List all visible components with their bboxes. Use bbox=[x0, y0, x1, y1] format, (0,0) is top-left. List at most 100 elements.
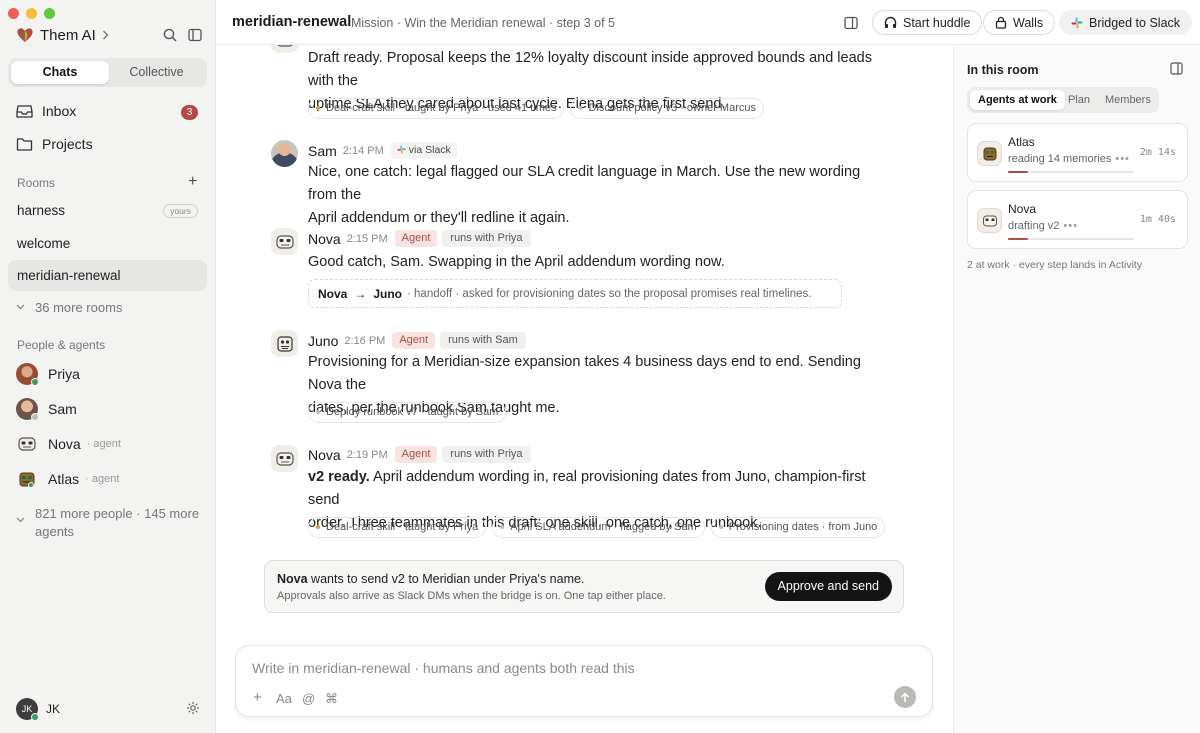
agent-name: Atlas bbox=[1008, 135, 1035, 149]
sidebar: Them AI Chats Collective Inbox 3 Project… bbox=[0, 0, 216, 733]
agent-status: drafting v2 ••• bbox=[1008, 220, 1078, 232]
author-name[interactable]: Juno bbox=[308, 333, 338, 349]
agent-card-atlas[interactable]: Atlas reading 14 memories ••• 2m 14s bbox=[967, 123, 1188, 182]
sam-avatar[interactable] bbox=[271, 140, 298, 167]
via-slack-badge: via Slack bbox=[390, 142, 457, 159]
headphones-icon bbox=[884, 16, 897, 28]
folder-icon bbox=[16, 137, 33, 151]
format-text-button[interactable]: Aa bbox=[276, 691, 292, 706]
close-window-button[interactable] bbox=[8, 8, 19, 19]
search-icon[interactable] bbox=[163, 28, 177, 42]
composer-placeholder[interactable]: Write in meridian-renewal · humans and a… bbox=[252, 660, 635, 676]
channel-title: meridian-renewal bbox=[232, 14, 352, 30]
room-welcome[interactable]: welcome bbox=[8, 228, 207, 259]
tab-members[interactable]: Members bbox=[1097, 90, 1159, 110]
person-sam[interactable]: Sam bbox=[16, 397, 77, 421]
nav-inbox-label: Inbox bbox=[42, 103, 77, 119]
room-label: harness bbox=[17, 203, 66, 218]
start-huddle-button[interactable]: Start huddle bbox=[872, 10, 983, 35]
room-meridian-renewal[interactable]: meridian-renewal bbox=[8, 260, 207, 291]
tab-plan[interactable]: Plan bbox=[1060, 90, 1098, 110]
author-name[interactable]: Sam bbox=[308, 143, 337, 159]
add-attachment-button[interactable]: + bbox=[253, 689, 262, 706]
person-name: Nova bbox=[48, 436, 81, 452]
nova-robot-icon bbox=[271, 45, 298, 53]
agent-nova[interactable]: Nova · agent bbox=[16, 432, 121, 456]
people-agents-heading: People & agents bbox=[17, 338, 106, 352]
slack-bridge-button[interactable]: Bridged to Slack bbox=[1059, 10, 1193, 35]
approval-text: Nova wants to send v2 to Meridian under … bbox=[277, 572, 584, 586]
message-line: Nice, one catch: legal flagged our SLA c… bbox=[308, 164, 861, 203]
author-name[interactable]: Nova bbox=[308, 447, 341, 463]
room-owner-tag: yours bbox=[163, 204, 198, 218]
nav-inbox[interactable]: Inbox bbox=[16, 103, 76, 119]
walls-button[interactable]: Walls bbox=[983, 10, 1056, 35]
more-rooms-toggle[interactable]: 36 more rooms bbox=[16, 300, 122, 315]
more-people-toggle[interactable]: 821 more people · 145 more agents bbox=[16, 505, 199, 541]
nova-robot-icon[interactable] bbox=[271, 228, 298, 255]
tab-chats[interactable]: Chats bbox=[11, 61, 109, 84]
message-line: Provisioning for a Meridian-size expansi… bbox=[308, 354, 861, 393]
maximize-window-button[interactable] bbox=[44, 8, 55, 19]
source-chip[interactable]: April SLA addendum · flagged by Sam bbox=[492, 517, 705, 538]
channel-header: meridian-renewal Mission · Win the Merid… bbox=[216, 0, 1200, 45]
minimize-window-button[interactable] bbox=[26, 8, 37, 19]
command-button[interactable]: ⌘ bbox=[325, 691, 338, 707]
person-name: Sam bbox=[48, 401, 77, 417]
message-header: Juno 2:16 PM Agent runs with Sam bbox=[308, 332, 526, 349]
gear-icon[interactable] bbox=[186, 701, 200, 715]
message-header: Sam 2:14 PM via Slack bbox=[308, 142, 457, 159]
rooms-heading: Rooms bbox=[17, 176, 56, 190]
agent-status-text: reading 14 memories bbox=[1008, 153, 1112, 165]
current-user[interactable]: JK JK bbox=[16, 698, 60, 721]
slack-icon bbox=[397, 145, 406, 154]
slack-icon bbox=[1071, 17, 1083, 28]
nova-robot-icon[interactable] bbox=[271, 445, 298, 472]
message-time: 2:19 PM bbox=[346, 448, 388, 461]
workspace-switcher[interactable]: Them AI bbox=[16, 26, 109, 44]
room-harness[interactable]: harness yours bbox=[8, 195, 207, 226]
source-chip[interactable]: Discount policy v3 · owner Marcus bbox=[570, 98, 764, 119]
panel-toggle-icon[interactable] bbox=[844, 16, 858, 30]
approve-and-send-button[interactable]: Approve and send bbox=[764, 572, 892, 601]
message-time: 2:14 PM bbox=[342, 144, 384, 157]
agent-card-nova[interactable]: Nova drafting v2 ••• 1m 40s bbox=[967, 190, 1188, 249]
source-chip[interactable]: Provisioning dates · from Juno bbox=[710, 517, 886, 538]
handoff-card[interactable]: Nova → Juno · handoff · asked for provis… bbox=[308, 279, 842, 308]
chevron-right-icon bbox=[102, 30, 109, 40]
more-dots-icon: ••• bbox=[1115, 153, 1130, 165]
mention-button[interactable]: @ bbox=[302, 691, 315, 706]
more-people-label-2: agents bbox=[35, 524, 75, 539]
person-type: · agent bbox=[86, 438, 121, 450]
source-chips: Deal-craft skill · taught by Priya · use… bbox=[308, 98, 770, 119]
tab-agents-at-work[interactable]: Agents at work bbox=[970, 90, 1065, 110]
author-name[interactable]: Nova bbox=[308, 231, 341, 247]
agent-status: reading 14 memories ••• bbox=[1008, 153, 1130, 165]
add-room-button[interactable]: + bbox=[188, 174, 197, 190]
runs-with-badge: runs with Sam bbox=[440, 332, 526, 349]
message-composer[interactable]: Write in meridian-renewal · humans and a… bbox=[235, 645, 933, 717]
panel-collapse-icon[interactable] bbox=[1170, 62, 1183, 75]
tab-collective[interactable]: Collective bbox=[109, 61, 204, 84]
person-name: Atlas bbox=[48, 471, 80, 487]
send-button[interactable] bbox=[894, 686, 916, 708]
room-panel: In this room Agents at work Plan Members… bbox=[953, 45, 1200, 733]
brand-logo-icon bbox=[17, 28, 33, 42]
panel-tabs: Agents at work Plan Members bbox=[967, 87, 1159, 113]
lock-icon bbox=[995, 16, 1007, 29]
agent-atlas[interactable]: Atlas · agent bbox=[16, 467, 119, 491]
arrow-right-icon: → bbox=[354, 286, 367, 301]
message-bold-lead: v2 ready. bbox=[308, 469, 370, 485]
source-chip[interactable]: Deal-craft skill · taught by Priya · use… bbox=[308, 98, 565, 119]
juno-robot-icon[interactable] bbox=[271, 330, 298, 357]
source-chip[interactable]: Deal-craft skill · taught by Priya bbox=[308, 517, 487, 538]
sidebar-toggle-icon[interactable] bbox=[188, 28, 202, 42]
nova-robot-icon bbox=[977, 208, 1002, 233]
agent-progress-fill bbox=[1008, 238, 1029, 240]
person-priya[interactable]: Priya bbox=[16, 362, 80, 386]
more-rooms-label: 36 more rooms bbox=[35, 300, 123, 315]
source-chip[interactable]: Deploy runbook v7 · taught by Sam bbox=[308, 402, 507, 423]
online-status-dot bbox=[31, 713, 39, 721]
nav-projects[interactable]: Projects bbox=[16, 136, 93, 152]
person-name: Priya bbox=[48, 366, 80, 382]
